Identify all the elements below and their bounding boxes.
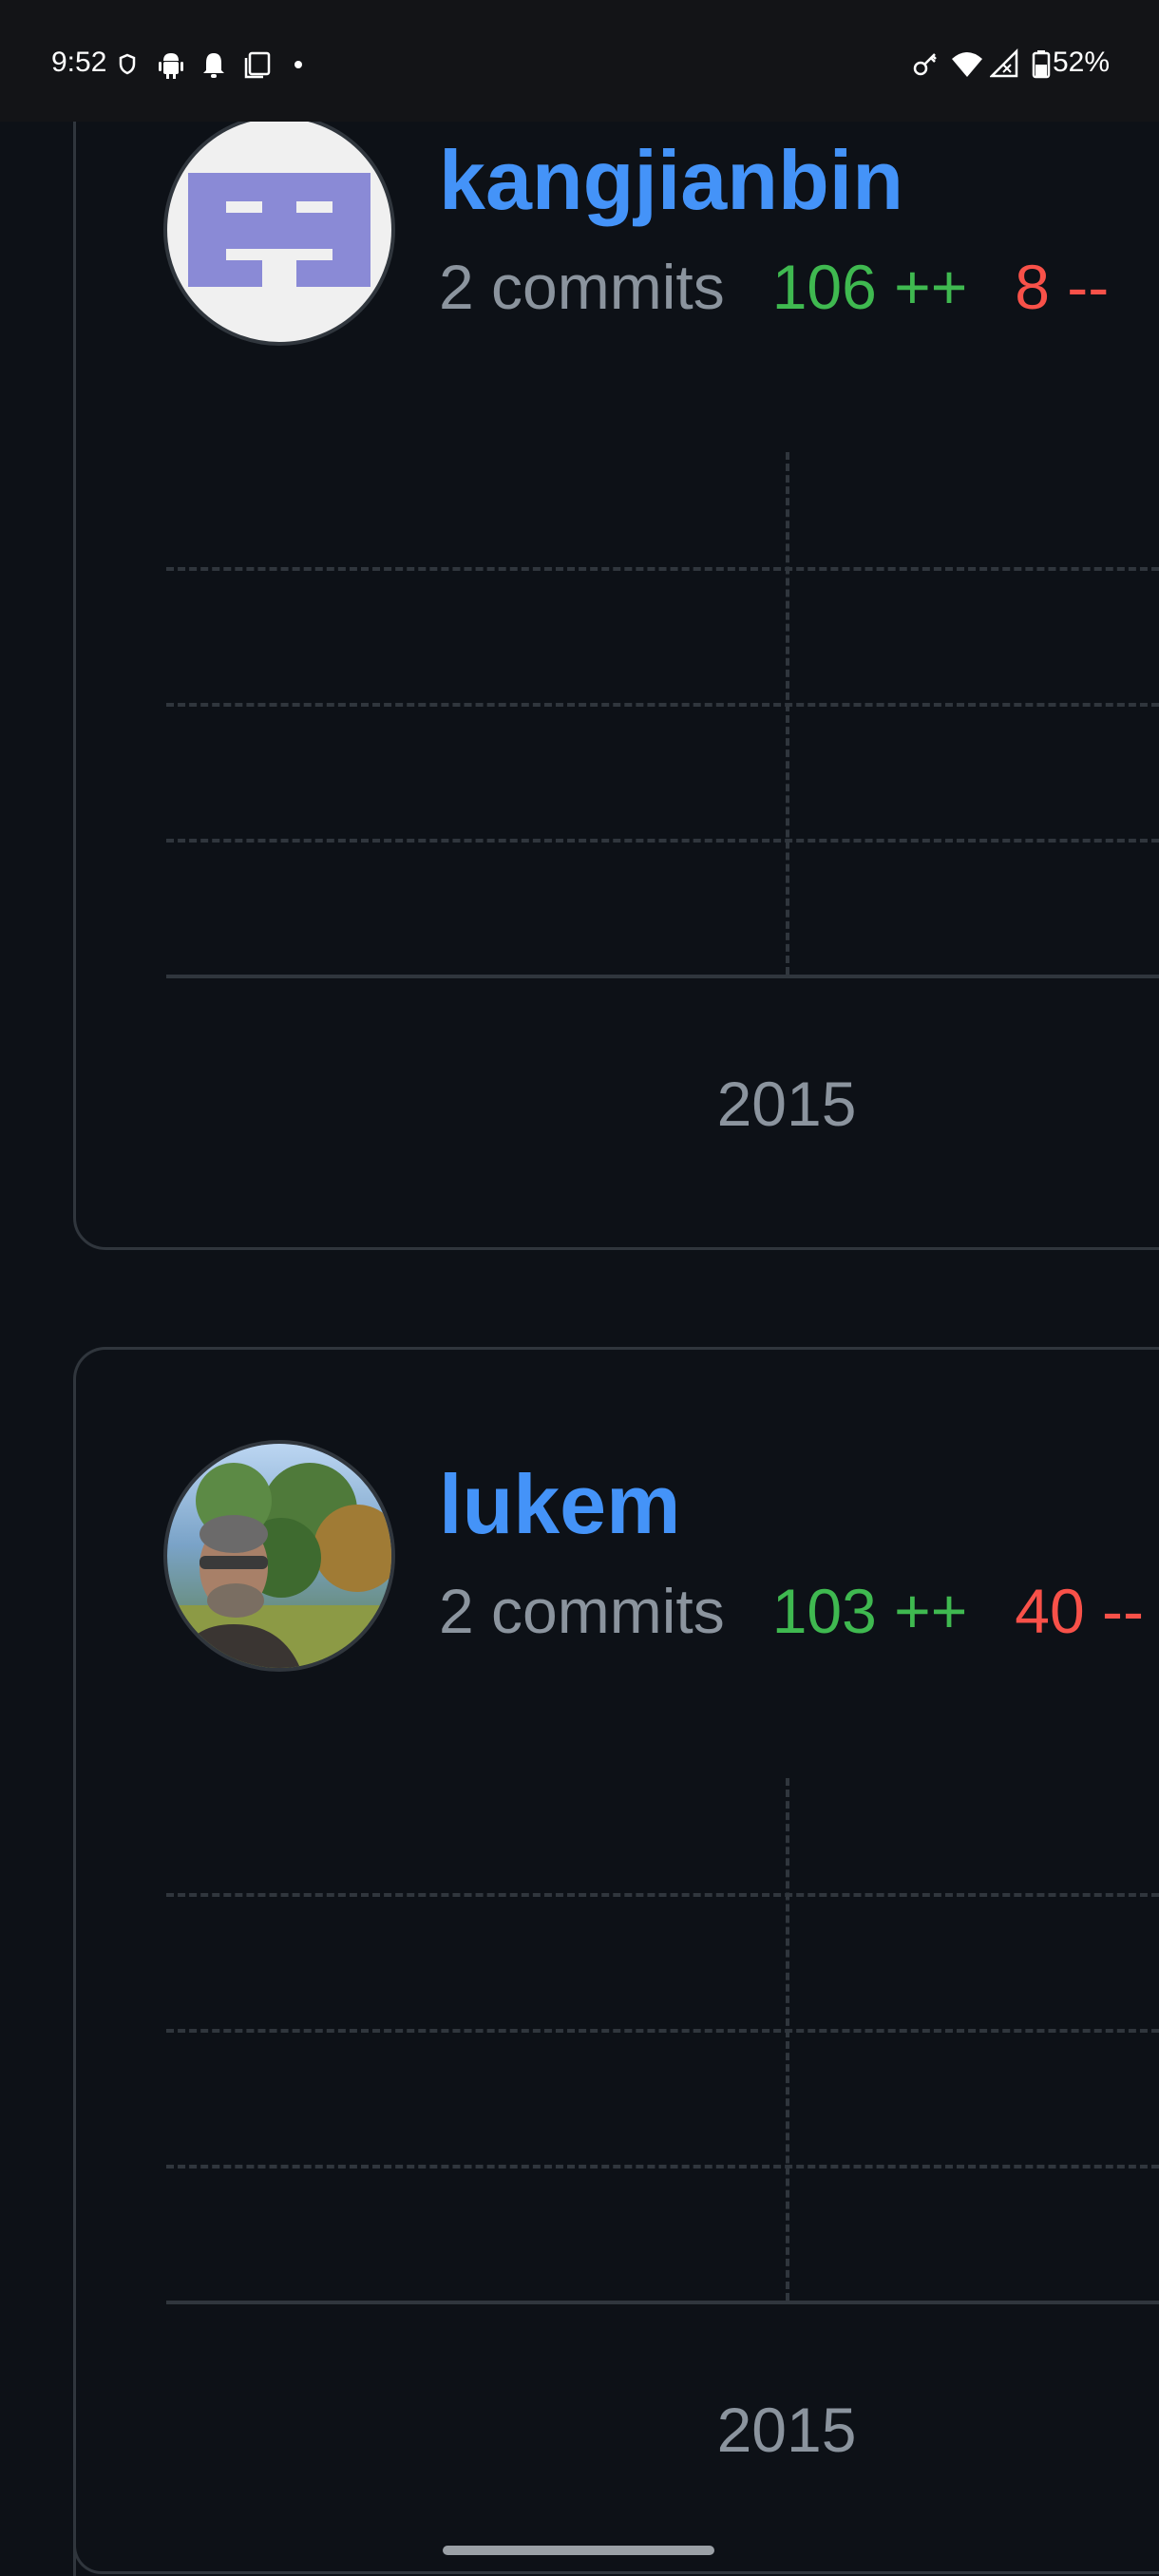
commit-count: 2 commits bbox=[439, 252, 725, 322]
battery-percentage: 52% bbox=[1053, 47, 1111, 78]
x-axis-tick-label: 2015 bbox=[716, 1069, 857, 1139]
avatar[interactable] bbox=[163, 114, 395, 346]
x-axis-tick-label: 2015 bbox=[716, 2395, 857, 2465]
dot-icon bbox=[294, 61, 302, 68]
grid-line-vertical bbox=[786, 452, 789, 975]
grid-line bbox=[166, 2029, 1159, 2033]
grid-line bbox=[166, 1893, 1159, 1897]
screenshot-icon bbox=[244, 51, 271, 79]
x-axis bbox=[166, 2301, 1159, 2304]
identicon-icon bbox=[188, 173, 370, 287]
grid-line bbox=[166, 703, 1159, 707]
key-icon bbox=[913, 53, 937, 76]
grid-line bbox=[166, 2165, 1159, 2169]
home-indicator[interactable] bbox=[443, 2546, 714, 2555]
battery-icon bbox=[1032, 50, 1051, 79]
signal-icon bbox=[990, 47, 1018, 78]
commit-stats: 2 commits 106 ++ 8 -- bbox=[439, 249, 1109, 325]
deletions-count: 40 -- bbox=[1015, 1576, 1144, 1646]
profile-photo bbox=[167, 1444, 391, 1668]
vpn-icon bbox=[119, 53, 136, 75]
commit-count: 2 commits bbox=[439, 1576, 725, 1646]
avatar[interactable] bbox=[163, 1440, 395, 1672]
username-link[interactable]: lukem bbox=[439, 1457, 680, 1552]
status-time: 9:52 bbox=[51, 47, 107, 78]
grid-line-vertical bbox=[786, 1778, 789, 2301]
grid-line bbox=[166, 839, 1159, 843]
additions-count: 106 ++ bbox=[771, 252, 968, 322]
grid-line bbox=[166, 567, 1159, 571]
x-axis bbox=[166, 975, 1159, 978]
status-bar: 9:52 52% bbox=[0, 0, 1159, 122]
additions-count: 103 ++ bbox=[771, 1576, 968, 1646]
commit-stats: 2 commits 103 ++ 40 -- bbox=[439, 1573, 1144, 1649]
android-icon bbox=[159, 53, 183, 79]
username-link[interactable]: kangjianbin bbox=[439, 133, 903, 228]
screen: 9:52 52% kangjianbin 2 commits 106 ++ 8 … bbox=[0, 0, 1159, 2576]
notification-bell-icon bbox=[203, 53, 224, 78]
wifi-icon bbox=[952, 52, 982, 77]
deletions-count: 8 -- bbox=[1015, 252, 1110, 322]
